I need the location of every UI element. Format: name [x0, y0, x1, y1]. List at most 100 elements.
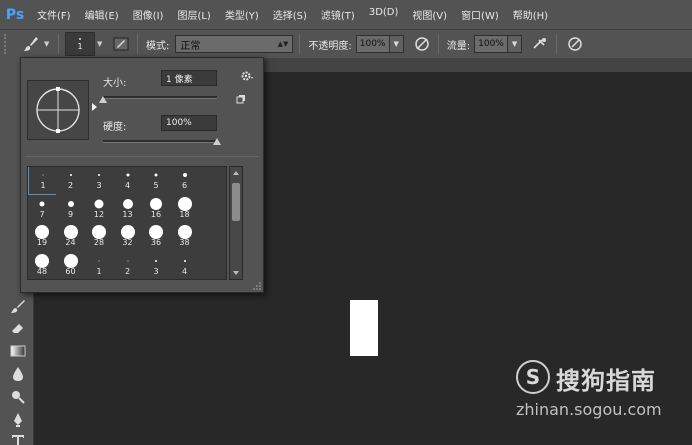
brush-preset-item[interactable]: 16 [142, 196, 170, 224]
brush-preset-size-label: 2 [67, 181, 74, 190]
brush-tip-dot [42, 174, 43, 176]
brush-preset-item[interactable]: 4 [171, 253, 199, 280]
tool-preset-dropdown-icon[interactable]: ▼ [44, 40, 52, 48]
size-slider-handle[interactable] [99, 96, 107, 103]
brush-preset-size-label: 36 [150, 238, 162, 247]
brush-tip-dot [177, 225, 192, 239]
angle-handle-icon[interactable] [92, 103, 97, 111]
menu-item[interactable]: 3D(D) [362, 7, 406, 22]
brush-tip-dot [92, 225, 106, 239]
brush-preset-item[interactable]: 19 [28, 224, 56, 252]
brush-preset-item[interactable]: 28 [85, 224, 113, 252]
brush-tip-dot [63, 253, 78, 268]
brush-preset-item[interactable]: 2 [114, 253, 142, 280]
brush-preset-item[interactable]: 24 [57, 224, 85, 252]
brush-preset-size-label: 24 [65, 238, 76, 247]
pressure-opacity-icon[interactable] [412, 34, 432, 54]
brush-preset-item[interactable]: 13 [114, 196, 142, 224]
sogou-logo: S [516, 360, 550, 394]
brush-tip-dot [149, 225, 163, 239]
hardness-input[interactable]: 100% [161, 115, 217, 131]
opacity-dropdown-icon[interactable]: ▼ [389, 35, 404, 53]
brush-preset-item[interactable]: 32 [114, 224, 142, 252]
size-input[interactable]: 1 像素 [161, 70, 217, 86]
brush-preset-item[interactable]: 3 [142, 253, 170, 280]
brush-preset-item[interactable]: 9 [57, 196, 85, 224]
brush-preset-item[interactable]: 12 [85, 196, 113, 224]
size-label: 大小: [103, 78, 127, 89]
menu-bar: Ps 文件(F) 编辑(E) 图像(I) 图层(L) 类型(Y) 选择(S) 滤镜(T) 3D… [0, 0, 692, 29]
pen-icon[interactable] [8, 410, 28, 430]
brush-preset-picker[interactable]: 1 [65, 32, 95, 56]
hardness-slider-handle[interactable] [213, 138, 221, 145]
brush-tip-dot [35, 225, 49, 239]
scroll-down-icon[interactable] [233, 271, 239, 275]
brush-preset-popover: 大小: 1 像素 硬度: 100% 1 2 3 4 5 6 7 9 12 13 16 18 19 24 28… [20, 57, 264, 293]
brush-preset-item[interactable]: 7 [28, 196, 56, 224]
watermark-text: 搜狗指南 [556, 367, 656, 395]
brush-preset-item[interactable]: 4 [114, 167, 142, 195]
gradient-icon[interactable] [8, 341, 28, 361]
brush-preset-size-label: 5 [153, 181, 159, 190]
brush-tool-icon[interactable] [20, 33, 42, 55]
eraser-icon[interactable] [8, 318, 28, 338]
preset-scrollbar[interactable] [229, 166, 243, 280]
menu-item[interactable]: 视图(V) [405, 7, 454, 22]
brush-tip-dot [177, 196, 192, 211]
blur-icon[interactable] [8, 364, 28, 384]
menu-item[interactable]: 图层(L) [170, 7, 217, 22]
brush-preset-size-label: 4 [181, 266, 188, 276]
size-slider-track[interactable] [103, 96, 217, 99]
brush-preset-size-label: 48 [36, 266, 48, 276]
hardness-slider-track[interactable] [103, 140, 217, 143]
mode-select[interactable]: 正常 ▲▼ [175, 35, 294, 53]
opacity-field[interactable]: 100% [355, 35, 390, 53]
brush-tip-angle-preview[interactable] [27, 80, 89, 140]
gear-icon[interactable] [239, 69, 255, 83]
scroll-thumb[interactable] [232, 183, 240, 221]
brush-preset-item[interactable]: 38 [171, 224, 199, 252]
menu-item[interactable]: 编辑(E) [78, 7, 126, 22]
brush-preset-size-label: 16 [150, 209, 162, 219]
flow-field[interactable]: 100% [474, 35, 509, 53]
type-icon[interactable] [8, 431, 28, 445]
brush-preset-item[interactable]: 3 [85, 167, 113, 195]
flow-label: 流量: [446, 40, 471, 52]
flow-dropdown-icon[interactable]: ▼ [508, 35, 523, 53]
brush-tip-dot [150, 197, 162, 210]
opacity-label: 不透明度: [308, 40, 352, 52]
brush-preset-item[interactable]: 48 [28, 253, 56, 280]
menu-item[interactable]: 滤镜(T) [314, 7, 362, 22]
brush-picker-dropdown-icon[interactable]: ▼ [97, 40, 105, 48]
resize-grip-icon[interactable] [253, 282, 261, 290]
brush-tip-dot [122, 198, 133, 209]
menu-items: 文件(F) 编辑(E) 图像(I) 图层(L) 类型(Y) 选择(S) 滤镜(T) 3D(D)… [30, 7, 555, 22]
brush-preset-size-label: 3 [96, 181, 102, 190]
menu-item[interactable]: 选择(S) [266, 7, 314, 22]
menu-item[interactable]: 窗口(W) [454, 7, 506, 22]
brush-preset-item[interactable]: 36 [142, 224, 170, 252]
options-grip[interactable] [4, 34, 12, 54]
pressure-size-icon[interactable] [565, 34, 585, 54]
brush-preset-item[interactable]: 2 [57, 167, 85, 195]
brush-preset-size-label: 1 [40, 181, 46, 190]
brush-preset-item[interactable]: 18 [171, 196, 199, 224]
brush-panel-toggle-icon[interactable] [111, 34, 131, 54]
brush-preset-item[interactable]: 1 [28, 167, 56, 195]
brush-preset-item[interactable]: 60 [57, 253, 85, 280]
brush-preset-item[interactable]: 1 [85, 253, 113, 280]
scroll-up-icon[interactable] [233, 171, 239, 175]
watermark-url: zhinan.sogou.com [516, 400, 662, 419]
airbrush-icon[interactable] [530, 34, 550, 54]
menu-item[interactable]: 文件(F) [30, 7, 78, 22]
brush-preset-item[interactable]: 6 [171, 167, 199, 195]
new-preset-icon[interactable] [236, 94, 246, 104]
menu-item[interactable]: 帮助(H) [506, 7, 555, 22]
brush-size-label: 1 [77, 41, 83, 51]
brush-icon[interactable] [8, 296, 28, 316]
options-bar: ▼ 1 ▼ 模式: 正常 ▲▼ 不透明度: 100% ▼ 流量: 100% ▼ [0, 29, 692, 58]
brush-preset-item[interactable]: 5 [142, 167, 170, 195]
menu-item[interactable]: 类型(Y) [218, 7, 266, 22]
menu-item[interactable]: 图像(I) [126, 7, 171, 22]
dodge-icon[interactable] [8, 387, 28, 407]
